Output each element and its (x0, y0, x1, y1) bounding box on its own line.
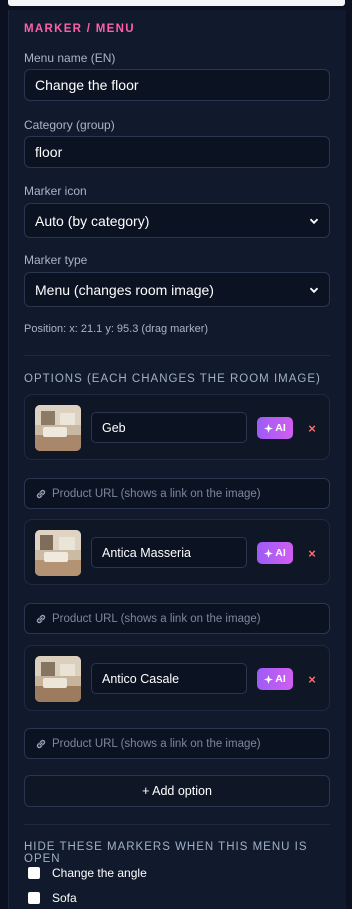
remove-option-button[interactable]: × (305, 668, 319, 690)
marker-icon-label: Marker icon (24, 184, 87, 198)
option-card: Antica Masseria AI × (24, 519, 330, 585)
marker-type-select[interactable]: Menu (changes room image) (24, 272, 330, 307)
ai-button-label: AI (275, 673, 286, 685)
link-icon (36, 489, 46, 498)
option-name-input[interactable]: Antico Casale (91, 663, 247, 694)
product-url-input[interactable]: Product URL (shows a link on the image) (24, 478, 330, 509)
position-note: Position: x: 21.1 y: 95.3 (drag marker) (24, 323, 209, 335)
chevron-down-icon (309, 287, 319, 293)
option-thumbnail[interactable] (35, 405, 81, 451)
product-url-input[interactable]: Product URL (shows a link on the image) (24, 603, 330, 634)
ai-button-label: AI (275, 547, 286, 559)
product-url-placeholder: Product URL (shows a link on the image) (52, 612, 261, 625)
category-label: Category (group) (24, 118, 115, 132)
add-option-button[interactable]: + Add option (24, 775, 330, 807)
divider (24, 355, 330, 356)
category-input[interactable]: floor (24, 136, 330, 168)
marker-type-select-value: Menu (changes room image) (35, 281, 214, 298)
remove-option-button[interactable]: × (305, 542, 319, 564)
product-url-placeholder: Product URL (shows a link on the image) (52, 487, 261, 500)
marker-menu-panel: MARKER / MENU Menu name (EN) Change the … (8, 10, 346, 909)
chevron-down-icon (309, 218, 319, 224)
remove-option-button[interactable]: × (305, 417, 319, 439)
option-card: Geb AI × (24, 394, 330, 460)
top-scroll-edge (8, 0, 345, 6)
hide-marker-option[interactable]: Sofa (28, 891, 334, 905)
option-name-input[interactable]: Antica Masseria (91, 537, 247, 568)
section-title: MARKER / MENU (24, 23, 135, 35)
ai-button[interactable]: AI (257, 542, 293, 564)
sparkle-icon (264, 423, 274, 433)
checkbox[interactable] (28, 867, 40, 879)
option-thumbnail[interactable] (35, 530, 81, 576)
menu-name-input[interactable]: Change the floor (24, 69, 330, 101)
marker-type-label: Marker type (24, 253, 88, 267)
option-thumbnail[interactable] (35, 656, 81, 702)
hide-marker-label: Change the angle (52, 866, 147, 880)
hide-markers-title: HIDE THESE MARKERS WHEN THIS MENU IS OPE… (24, 841, 308, 865)
divider (24, 824, 330, 825)
option-name-input[interactable]: Geb (91, 412, 247, 443)
product-url-placeholder: Product URL (shows a link on the image) (52, 737, 261, 750)
sparkle-icon (264, 548, 274, 558)
link-icon (36, 739, 46, 748)
marker-icon-select[interactable]: Auto (by category) (24, 203, 330, 238)
hide-marker-option[interactable]: Change the angle (28, 866, 334, 880)
product-url-input[interactable]: Product URL (shows a link on the image) (24, 728, 330, 759)
ai-button-label: AI (275, 422, 286, 434)
checkbox[interactable] (28, 892, 40, 904)
menu-name-label: Menu name (EN) (24, 51, 116, 65)
options-title: OPTIONS (EACH CHANGES THE ROOM IMAGE) (24, 373, 321, 385)
option-card: Antico Casale AI × (24, 645, 330, 711)
sparkle-icon (264, 674, 274, 684)
ai-button[interactable]: AI (257, 668, 293, 690)
hide-marker-label: Sofa (52, 891, 77, 905)
ai-button[interactable]: AI (257, 417, 293, 439)
marker-icon-select-value: Auto (by category) (35, 212, 150, 229)
link-icon (36, 614, 46, 623)
